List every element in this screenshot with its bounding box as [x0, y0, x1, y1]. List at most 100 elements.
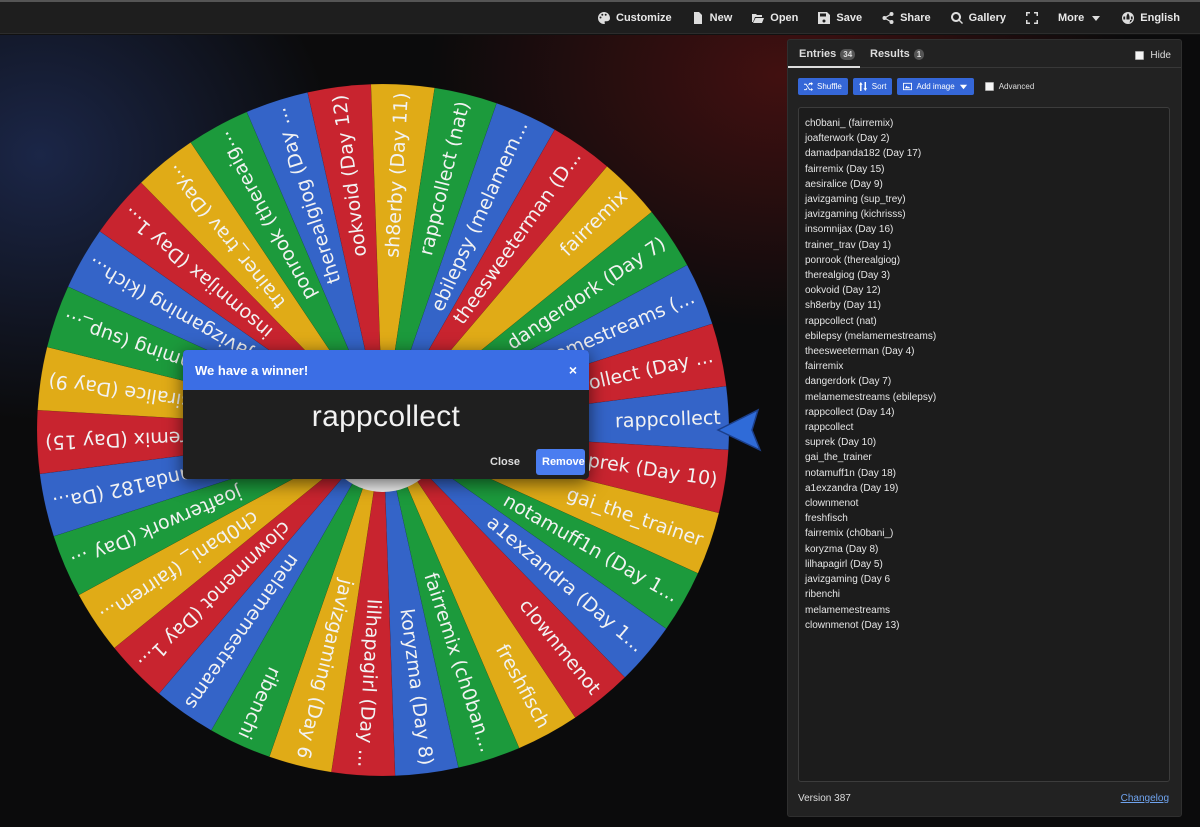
palette-icon — [598, 11, 611, 24]
customize-label: Customize — [616, 11, 672, 24]
open-label: Open — [770, 11, 799, 24]
image-icon — [903, 82, 913, 91]
entry-line: fairremix — [805, 361, 844, 373]
share-label: Share — [900, 11, 931, 24]
entry-line: trainer_trav (Day 1) — [805, 239, 892, 251]
winner-dialog-actions: Close Remove — [482, 449, 585, 475]
wheel-pointer-icon — [716, 408, 762, 452]
entry-line: dangerdork (Day 7) — [805, 376, 892, 388]
add-image-button[interactable]: Add image — [897, 78, 974, 95]
folder-open-icon — [752, 13, 765, 23]
winner-name: rappcollect — [311, 400, 461, 433]
entry-line: melamemestreams — [805, 604, 891, 616]
advanced-checkbox[interactable] — [984, 82, 994, 91]
entry-line: therealgiog (Day 3) — [805, 270, 891, 282]
entry-line: ponrook (therealgiog) — [805, 254, 901, 266]
more-button[interactable]: More — [1048, 3, 1112, 33]
tab-entries[interactable]: Entries 34 — [799, 48, 856, 60]
new-button[interactable]: New — [682, 3, 743, 33]
entry-line: a1exzandra (Day 19) — [805, 482, 899, 494]
advanced-label: Advanced — [998, 82, 1035, 91]
save-button[interactable]: Save — [808, 3, 872, 33]
changelog-link[interactable]: Changelog — [1121, 793, 1169, 804]
tab-results[interactable]: Results 1 — [870, 48, 925, 60]
shuffle-label: Shuffle — [817, 82, 842, 91]
entry-line: aesiralice (Day 9) — [805, 178, 883, 190]
entry-line: insomnijax (Day 16) — [805, 224, 894, 236]
top-toolbar: Customize New Open Save Share Gallery Mo… — [0, 0, 1200, 34]
entries-toolbar: Shuffle Sort Add image Advanced — [798, 78, 1034, 95]
save-label: Save — [836, 11, 863, 24]
shuffle-icon — [804, 82, 813, 91]
entry-line: freshfisch — [805, 513, 848, 525]
entry-line: ebilepsy (melamemestreams) — [805, 330, 937, 342]
add-image-label: Add image — [916, 82, 955, 91]
tab-entries-label: Entries — [799, 48, 837, 60]
close-icon[interactable]: × — [569, 362, 577, 378]
entry-line: rappcollect (Day 14) — [805, 406, 895, 418]
sort-button[interactable]: Sort — [852, 78, 893, 95]
share-button[interactable]: Share — [872, 3, 941, 33]
entry-line: lilhapagirl (Day 5) — [805, 558, 883, 570]
entry-line: javizgaming (kichrisss) — [805, 209, 906, 221]
customize-button[interactable]: Customize — [588, 3, 682, 33]
more-label: More — [1057, 11, 1085, 24]
entry-line: melamemestreams (ebilepsy) — [805, 391, 937, 403]
hide-toggle[interactable]: Hide — [1135, 50, 1171, 61]
entry-line: damadpanda182 (Day 17) — [805, 148, 922, 160]
entry-line: ookvoid (Day 12) — [805, 285, 881, 297]
version-label: Version 387 — [798, 793, 851, 804]
results-count-badge: 1 — [913, 48, 925, 60]
winner-dialog-header: We have a winner! × — [183, 350, 589, 390]
globe-icon — [1122, 11, 1135, 24]
language-button[interactable]: English — [1112, 3, 1190, 33]
sort-icon — [858, 82, 867, 91]
remove-button[interactable]: Remove — [536, 449, 585, 475]
wheel-pointer-shape — [716, 408, 762, 452]
entry-line: joafterwork (Day 2) — [805, 133, 890, 145]
open-button[interactable]: Open — [742, 3, 808, 33]
advanced-toggle[interactable]: Advanced — [984, 82, 1035, 91]
entry-line: suprek (Day 10) — [805, 437, 877, 449]
entry-line: rappcollect — [805, 422, 854, 434]
entries-count-badge: 34 — [840, 48, 856, 60]
entries-panel: Entries 34 Results 1 Hide Shuffle Sort A… — [787, 39, 1182, 817]
entry-line: javizgaming (sup_trey) — [805, 194, 906, 206]
tab-results-label: Results — [870, 48, 910, 60]
entry-line: theesweeterman (Day 4) — [805, 346, 915, 358]
gallery-button[interactable]: Gallery — [941, 3, 1016, 33]
save-icon — [818, 11, 831, 24]
fullscreen-icon — [1025, 11, 1038, 24]
shuffle-button[interactable]: Shuffle — [798, 78, 848, 95]
entry-line: gai_the_trainer — [805, 452, 872, 464]
chevron-down-icon — [1092, 15, 1101, 21]
entries-textarea[interactable]: ch0bani_ (fairremix) joafterwork (Day 2) d… — [798, 107, 1170, 782]
entry-line: fairremix (ch0bani_) — [805, 528, 894, 540]
language-label: English — [1140, 11, 1180, 24]
winner-dialog: We have a winner! × rappcollect Close Re… — [183, 350, 589, 479]
fullscreen-button[interactable] — [1016, 3, 1048, 33]
gallery-label: Gallery — [968, 11, 1006, 24]
file-icon — [693, 11, 702, 24]
search-icon — [950, 11, 963, 24]
hide-checkbox[interactable] — [1135, 51, 1145, 60]
wheel-segment-label: rappcollect — [615, 407, 722, 433]
hide-label: Hide — [1150, 50, 1171, 61]
entry-line: ch0bani_ (fairremix) — [805, 118, 894, 129]
winner-dialog-title: We have a winner! — [195, 362, 309, 378]
entry-line: javizgaming (Day 6 — [805, 574, 891, 586]
entry-line: rappcollect (nat) — [805, 315, 877, 327]
entry-line: fairremix (Day 15) — [805, 163, 885, 175]
entry-line: clownmenot — [805, 498, 859, 510]
active-tab-indicator — [788, 66, 860, 68]
entry-line: notamuff1n (Day 18) — [805, 467, 896, 479]
panel-tabs: Entries 34 Results 1 Hide — [788, 40, 1181, 68]
entry-line: clownmenot (Day 13) — [805, 619, 900, 631]
share-icon — [882, 11, 894, 24]
close-button[interactable]: Close — [482, 450, 528, 474]
entry-line: koryzma (Day 8) — [805, 543, 879, 555]
new-label: New — [709, 11, 733, 24]
entry-line: ribenchi — [805, 589, 841, 601]
chevron-down-icon — [959, 84, 967, 90]
sort-label: Sort — [871, 82, 887, 91]
